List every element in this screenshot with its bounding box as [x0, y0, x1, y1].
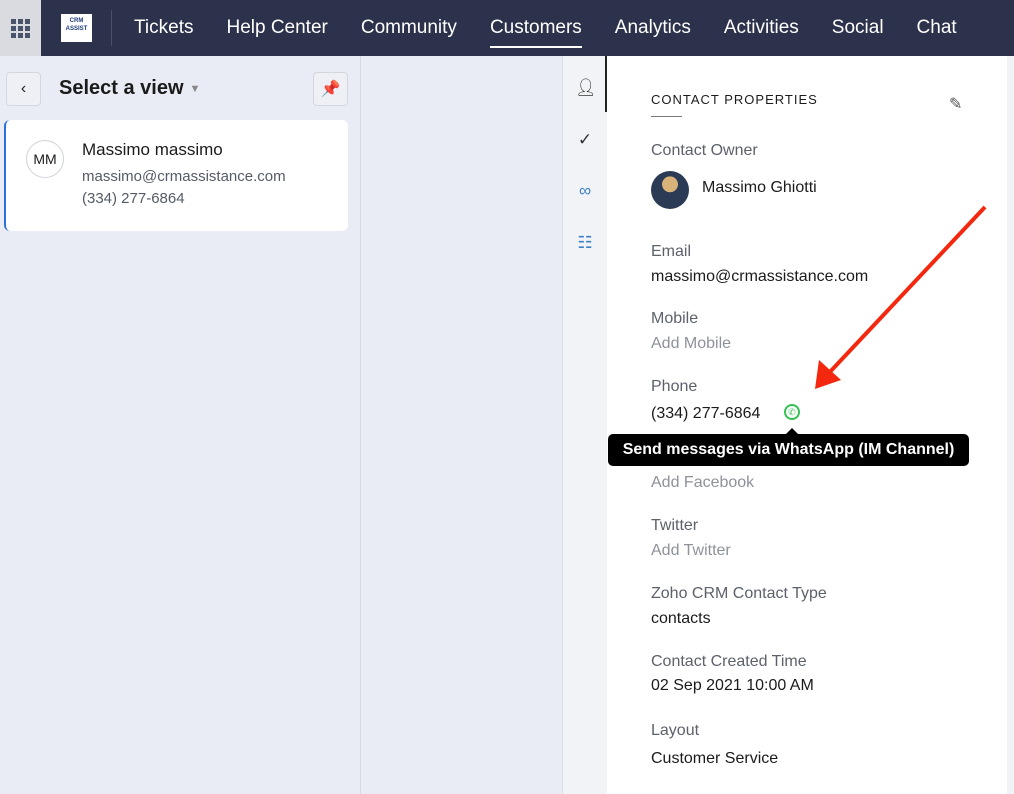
tab-community[interactable]: Community — [361, 0, 457, 56]
contact-properties-panel: CONTACT PROPERTIES ✎ Contact Owner Massi… — [607, 56, 1007, 794]
created-label: Contact Created Time — [651, 653, 807, 670]
tab-social[interactable]: Social — [832, 0, 884, 56]
add-twitter-field[interactable]: Add Twitter — [651, 542, 731, 560]
edit-pencil-icon[interactable]: ✎ — [949, 94, 962, 114]
crm-type-label: Zoho CRM Contact Type — [651, 585, 827, 602]
email-value[interactable]: massimo@crmassistance.com — [651, 268, 868, 286]
avatar: MM — [26, 140, 64, 178]
contact-phone: (334) 277-6864 — [82, 190, 185, 207]
detail-icon-rail: 👤︎ ✓ ∞ ☷ — [562, 56, 607, 794]
created-value: 02 Sep 2021 10:00 AM — [651, 677, 814, 694]
whatsapp-icon[interactable]: ✆ — [784, 404, 800, 420]
right-gutter — [1007, 56, 1014, 794]
view-selector-label: Select a view — [59, 77, 184, 99]
twitter-label: Twitter — [651, 517, 699, 534]
tab-chat[interactable]: Chat — [917, 0, 957, 56]
top-nav: CRM ASSIST Tickets Help Center Community … — [0, 0, 1014, 56]
back-button[interactable]: ‹ — [6, 72, 41, 106]
user-icon[interactable]: 👤︎ — [575, 78, 597, 98]
tab-help-center[interactable]: Help Center — [226, 0, 327, 56]
link-icon[interactable]: ∞ — [575, 181, 595, 201]
crm-type-value: contacts — [651, 610, 711, 627]
pin-button[interactable]: 📌 — [313, 72, 348, 106]
phone-value[interactable]: (334) 277-6864 — [651, 405, 760, 423]
apps-grid-icon[interactable] — [0, 0, 41, 56]
crm-icon[interactable]: ☷ — [575, 233, 595, 253]
tab-analytics[interactable]: Analytics — [615, 0, 691, 56]
pin-icon: 📌 — [320, 81, 341, 98]
owner-name[interactable]: Massimo Ghiotti — [702, 179, 817, 197]
tab-activities[interactable]: Activities — [724, 0, 799, 56]
title-underline — [651, 116, 682, 117]
tab-tickets[interactable]: Tickets — [134, 0, 193, 56]
add-mobile-field[interactable]: Add Mobile — [651, 335, 731, 353]
caret-down-icon: ▼ — [189, 82, 201, 95]
view-selector[interactable]: Select a view ▼ — [59, 77, 200, 100]
tab-customers[interactable]: Customers — [489, 0, 582, 56]
phone-label: Phone — [651, 378, 698, 395]
section-title: CONTACT PROPERTIES — [651, 92, 818, 107]
owner-label: Contact Owner — [651, 142, 758, 159]
whatsapp-tooltip: Send messages via WhatsApp (IM Channel) — [608, 428, 969, 466]
check-circle-icon[interactable]: ✓ — [575, 130, 595, 150]
crm-assistance-logo[interactable]: CRM ASSIST — [61, 14, 92, 42]
layout-label: Layout — [651, 722, 700, 739]
contact-name: Massimo massimo — [82, 140, 223, 159]
add-facebook-field[interactable]: Add Facebook — [651, 474, 754, 492]
chevron-left-icon: ‹ — [20, 80, 27, 97]
email-label: Email — [651, 243, 692, 260]
layout-value: Customer Service — [651, 750, 779, 767]
owner-avatar — [651, 171, 689, 209]
mobile-label: Mobile — [651, 310, 699, 327]
contact-card[interactable]: MM Massimo massimo massimo@crmassistance… — [4, 120, 348, 231]
contact-list-panel: ‹ Select a view ▼ 📌 MM Massimo massimo ma… — [0, 56, 361, 794]
nav-divider — [111, 10, 112, 46]
contact-email: massimo@crmassistance.com — [82, 168, 286, 185]
